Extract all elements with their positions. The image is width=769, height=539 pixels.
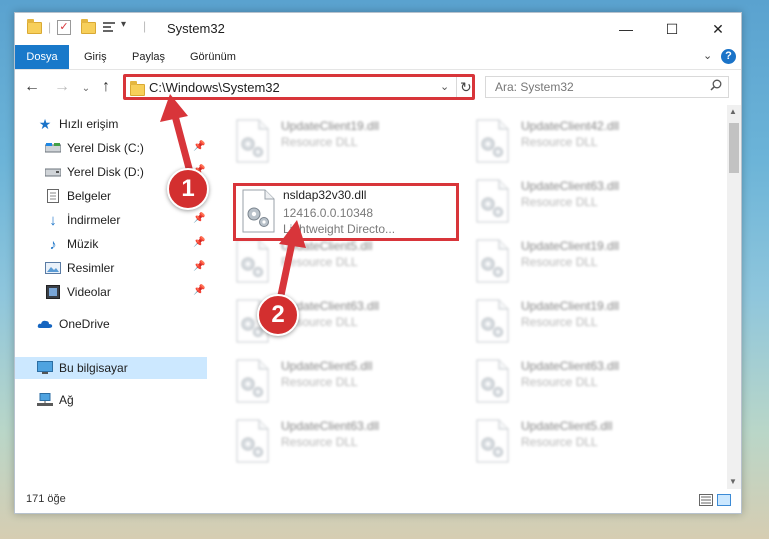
arrow-step-1 <box>160 94 194 176</box>
arrow-step-2 <box>276 220 306 304</box>
step-badge-1: 1 <box>167 168 209 210</box>
annotation-arrows <box>160 94 306 304</box>
step-badge-2: 2 <box>257 294 299 336</box>
